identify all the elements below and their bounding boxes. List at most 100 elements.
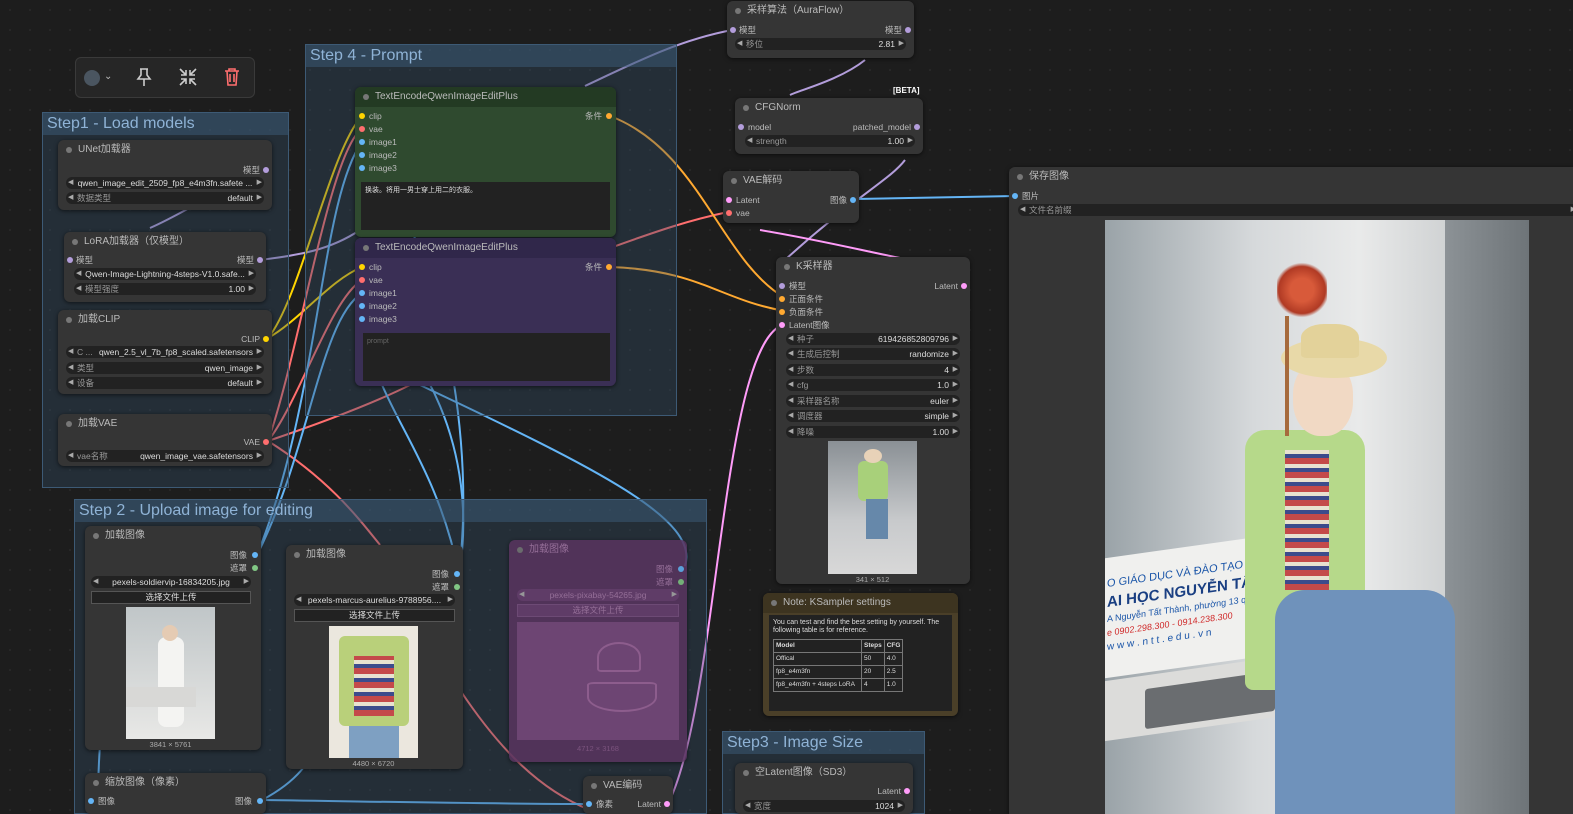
output-label: 遮罩 <box>431 582 449 592</box>
load-image-1-node[interactable]: 加载图像 图像 遮罩 pexels-soldiervip-16834205.jp… <box>85 526 261 750</box>
lora-loader-node[interactable]: LoRA加载器（仅模型） 模型 模型 Qwen-Image-Lightning-… <box>64 232 266 302</box>
output-slot-vae[interactable] <box>263 439 269 445</box>
filename-prefix-input[interactable]: 文件名前缀 <box>1018 204 1573 216</box>
output-slot-latent[interactable] <box>961 283 967 289</box>
image-file-select[interactable]: pexels-pixabay-54265.jpg <box>517 589 679 601</box>
input-slot-clip[interactable] <box>359 264 365 270</box>
output-slot-image[interactable] <box>257 798 263 804</box>
cfgnorm-node[interactable]: CFGNorm model patched_model strength1.00 <box>735 98 923 154</box>
empty-latent-node[interactable]: 空Latent图像（SD3） Latent 宽度1024 <box>735 763 913 814</box>
text-encode-negative-node[interactable]: TextEncodeQwenImageEditPlus clip vae ima… <box>355 238 616 386</box>
input-slot-image3[interactable] <box>359 165 365 171</box>
strength-input[interactable]: strength1.00 <box>745 135 915 147</box>
lora-name-select[interactable]: Qwen-Image-Lightning-4steps-V1.0.safe... <box>74 268 256 280</box>
load-image-3-node-bypassed[interactable]: 加载图像 图像 遮罩 pexels-pixabay-54265.jpg 选择文件… <box>509 540 687 762</box>
collapse-icon[interactable] <box>177 66 199 88</box>
image-preview <box>126 607 215 739</box>
scheduler-select[interactable]: 调度器simple <box>786 410 960 422</box>
vae-decode-node[interactable]: VAE解码 Latent vae 图像 <box>723 171 859 223</box>
input-slot-positive[interactable] <box>779 296 785 302</box>
input-slot-pixels[interactable] <box>586 801 592 807</box>
control-after-generate-select[interactable]: 生成后控制randomize <box>786 348 960 360</box>
vae-loader-node[interactable]: 加载VAE VAE vae名称qwen_image_vae.safetensor… <box>58 414 272 466</box>
color-circle-icon[interactable]: ⌄ <box>84 68 114 88</box>
input-slot-image2[interactable] <box>359 152 365 158</box>
pin-icon[interactable] <box>134 66 154 88</box>
input-slot-latent[interactable] <box>726 197 732 203</box>
preview-image <box>828 441 917 574</box>
clip-loader-node[interactable]: 加载CLIP CLIP C ...qwen_2.5_vl_7b_fp8_scal… <box>58 310 272 394</box>
input-slot-vae[interactable] <box>726 210 732 216</box>
output-label: 图像 <box>234 796 252 806</box>
input-label: 模型 <box>739 25 757 35</box>
output-slot-image[interactable] <box>850 197 856 203</box>
image-scale-node[interactable]: 缩放图像（像素） 图像 图像 <box>85 773 266 814</box>
output-slot-model[interactable] <box>914 124 920 130</box>
output-slot-image[interactable] <box>454 571 460 577</box>
dtype-select[interactable]: 数据类型default <box>66 192 264 204</box>
output-label: 条件 <box>584 262 602 272</box>
input-slot-images[interactable] <box>1012 193 1018 199</box>
input-slot-image[interactable] <box>88 798 94 804</box>
model-sampling-auraflow-node[interactable]: 采样算法（AuraFlow） 模型 模型 移位2.81 <box>727 1 914 58</box>
cfg-input[interactable]: cfg1.0 <box>786 379 960 391</box>
output-label: CLIP <box>241 334 260 344</box>
clip-name-select[interactable]: C ...qwen_2.5_vl_7b_fp8_scaled.safetenso… <box>66 346 264 358</box>
output-slot-mask[interactable] <box>252 565 258 571</box>
trash-icon[interactable] <box>222 66 242 88</box>
seed-input[interactable]: 种子619426852809796 <box>786 333 960 345</box>
input-slot-model[interactable] <box>730 27 736 33</box>
output-slot-conditioning[interactable] <box>606 264 612 270</box>
output-slot-image[interactable] <box>252 552 258 558</box>
ksampler-node[interactable]: K采样器 模型 正面条件 负面条件 Latent图像 Latent 种子6194… <box>776 257 970 584</box>
input-slot-latent[interactable] <box>779 322 785 328</box>
input-slot-clip[interactable] <box>359 113 365 119</box>
steps-input[interactable]: 步数4 <box>786 364 960 376</box>
input-slot-vae[interactable] <box>359 277 365 283</box>
text-encode-positive-node[interactable]: TextEncodeQwenImageEditPlus clip vae ima… <box>355 87 616 237</box>
load-image-2-node[interactable]: 加载图像 图像 遮罩 pexels-marcus-aurelius-978895… <box>286 545 463 769</box>
output-slot-clip[interactable] <box>263 336 269 342</box>
input-slot-image2[interactable] <box>359 303 365 309</box>
unet-loader-node[interactable]: UNet加载器 模型 qwen_image_edit_2509_fp8_e4m3… <box>58 140 272 210</box>
prompt-textarea[interactable]: 换装。将用一男士穿上用二的衣服。 <box>361 182 610 230</box>
sampler-name-select[interactable]: 采样器名称euler <box>786 395 960 407</box>
image-file-select[interactable]: pexels-marcus-aurelius-9788956.... <box>294 594 455 606</box>
input-slot-model[interactable] <box>779 283 785 289</box>
output-slot-latent[interactable] <box>904 788 910 794</box>
output-slot-mask[interactable] <box>454 584 460 590</box>
output-slot-conditioning[interactable] <box>606 113 612 119</box>
beta-badge: [BETA] <box>893 86 920 95</box>
node-title: VAE编码 <box>583 776 673 796</box>
upload-button[interactable]: 选择文件上传 <box>91 591 251 604</box>
note-node[interactable]: Note: KSampler settings You can test and… <box>763 593 958 716</box>
image-file-select[interactable]: pexels-soldiervip-16834205.jpg <box>91 576 251 588</box>
output-slot-image[interactable] <box>678 566 684 572</box>
prompt-textarea[interactable]: prompt <box>363 333 610 381</box>
input-slot-image1[interactable] <box>359 290 365 296</box>
output-slot-latent[interactable] <box>664 801 670 807</box>
save-image-node[interactable]: 保存图像 图片 文件名前缀 O GIÁO DỤC VÀ ĐÀO TẠO AI H… <box>1009 167 1573 814</box>
input-slot-negative[interactable] <box>779 309 785 315</box>
width-input[interactable]: 宽度1024 <box>743 800 905 812</box>
output-slot-mask[interactable] <box>678 579 684 585</box>
input-slot-model[interactable] <box>67 257 73 263</box>
lora-strength-input[interactable]: 模型强度1.00 <box>74 283 256 295</box>
unet-model-select[interactable]: qwen_image_edit_2509_fp8_e4m3fn.safete .… <box>66 177 264 189</box>
shift-input[interactable]: 移位2.81 <box>735 38 906 50</box>
upload-button[interactable]: 选择文件上传 <box>517 604 679 617</box>
input-slot-image1[interactable] <box>359 139 365 145</box>
clip-device-select[interactable]: 设备default <box>66 377 264 389</box>
input-slot-model[interactable] <box>738 124 744 130</box>
clip-type-select[interactable]: 类型qwen_image <box>66 362 264 374</box>
upload-button[interactable]: 选择文件上传 <box>294 609 455 622</box>
input-slot-vae[interactable] <box>359 126 365 132</box>
vae-encode-node[interactable]: VAE编码 像素 Latent <box>583 776 673 814</box>
output-slot-model[interactable] <box>257 257 263 263</box>
output-slot-model[interactable] <box>263 167 269 173</box>
vae-name-select[interactable]: vae名称qwen_image_vae.safetensors <box>66 450 264 462</box>
output-label: Latent <box>934 281 958 291</box>
input-slot-image3[interactable] <box>359 316 365 322</box>
output-slot-model[interactable] <box>905 27 911 33</box>
denoise-input[interactable]: 降噪1.00 <box>786 426 960 438</box>
